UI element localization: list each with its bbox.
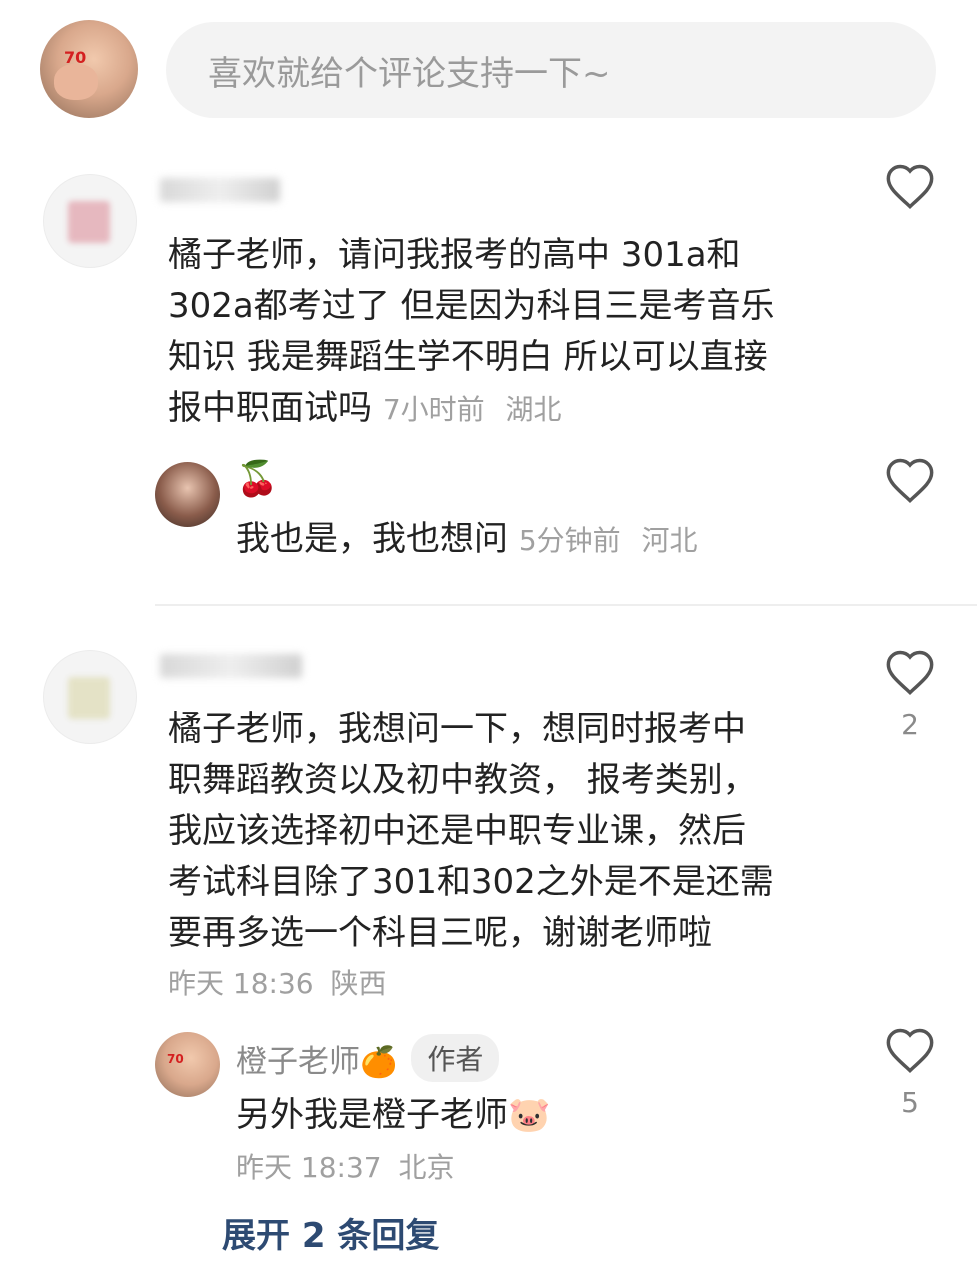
reply-text: 我也是，我也想问 bbox=[236, 519, 508, 559]
reply-user-badge-cherry-icon[interactable]: 🍒 bbox=[236, 459, 278, 499]
comment-username-blurred[interactable] bbox=[160, 654, 302, 678]
comment-text: 橘子老师，请问我报考的高中 301a和 302a都考过了 但是因为科目三是考音乐… bbox=[168, 230, 868, 435]
comment-time: 昨天 18:36 bbox=[168, 967, 314, 1000]
comment-line: 知识 我是舞蹈生学不明白 所以可以直接 bbox=[168, 337, 768, 377]
comment-username-blurred[interactable] bbox=[160, 178, 280, 202]
my-avatar[interactable]: 70 bbox=[40, 20, 138, 118]
reply-text-row: 另外我是橙子老师🐷 bbox=[236, 1090, 550, 1141]
reply-location: 河北 bbox=[641, 524, 698, 557]
sticker-pig-icon: 🐷 bbox=[508, 1095, 551, 1135]
comment-line-text: 报中职面试吗 bbox=[168, 388, 372, 428]
comment-line: 302a都考过了 但是因为科目三是考音乐 bbox=[168, 286, 775, 326]
comment-line: 我应该选择初中还是中职专业课，然后 bbox=[168, 811, 746, 851]
comment-location: 陕西 bbox=[330, 967, 387, 1000]
comment-text: 橘子老师，我想问一下，想同时报考中 职舞蹈教资以及初中教资， 报考类别， 我应该… bbox=[168, 704, 868, 959]
reply-text: 另外我是橙子老师 bbox=[236, 1095, 508, 1135]
comment-avatar[interactable] bbox=[43, 174, 137, 268]
comment-line: 职舞蹈教资以及初中教资， 报考类别， bbox=[168, 760, 757, 800]
reply-username-text: 橙子老师 bbox=[236, 1043, 360, 1080]
reply-avatar[interactable]: 70 bbox=[155, 1032, 220, 1097]
expand-replies-button[interactable]: 展开 2 条回复 bbox=[222, 1208, 439, 1257]
reply-header: 橙子老师🍊 作者 bbox=[236, 1034, 500, 1082]
orange-emoji-icon: 🍊 bbox=[360, 1044, 398, 1080]
comment-line: 要再多选一个科目三呢，谢谢老师啦 bbox=[168, 913, 712, 953]
like-heart-icon[interactable] bbox=[884, 648, 936, 696]
avatar-badge-number: 70 bbox=[167, 1052, 184, 1066]
avatar-badge-number: 70 bbox=[64, 48, 87, 67]
comment-line: 考试科目除了301和302之外是不是还需 bbox=[168, 862, 774, 902]
reply-meta: 昨天 18:37 北京 bbox=[236, 1146, 455, 1186]
comment-input-placeholder: 喜欢就给个评论支持一下~ bbox=[208, 53, 611, 94]
reply-time: 昨天 18:37 bbox=[236, 1151, 382, 1184]
like-count: 2 bbox=[901, 708, 919, 741]
reply-time: 5分钟前 bbox=[518, 524, 621, 557]
comment-location: 湖北 bbox=[505, 393, 562, 426]
comment-time: 7小时前 bbox=[382, 393, 485, 426]
like-heart-icon[interactable] bbox=[884, 162, 936, 210]
divider bbox=[155, 604, 977, 606]
reply-location: 北京 bbox=[398, 1151, 455, 1184]
comment-line-last: 报中职面试吗 7小时前 湖北 bbox=[168, 383, 868, 435]
comment-avatar[interactable] bbox=[43, 650, 137, 744]
comment-line: 橘子老师，请问我报考的高中 301a和 bbox=[168, 235, 741, 275]
reply-text-row: 我也是，我也想问 5分钟前 河北 bbox=[236, 514, 697, 566]
reply-username[interactable]: 橙子老师🍊 bbox=[236, 1036, 397, 1081]
author-tag: 作者 bbox=[411, 1034, 500, 1082]
like-heart-icon[interactable] bbox=[884, 456, 936, 504]
comment-input[interactable]: 喜欢就给个评论支持一下~ bbox=[166, 22, 936, 118]
comment-line: 橘子老师，我想问一下，想同时报考中 bbox=[168, 709, 746, 749]
like-count: 5 bbox=[901, 1086, 919, 1119]
comment-meta: 昨天 18:36 陕西 bbox=[168, 962, 387, 1002]
like-heart-icon[interactable] bbox=[884, 1026, 936, 1074]
reply-avatar[interactable] bbox=[155, 462, 220, 527]
